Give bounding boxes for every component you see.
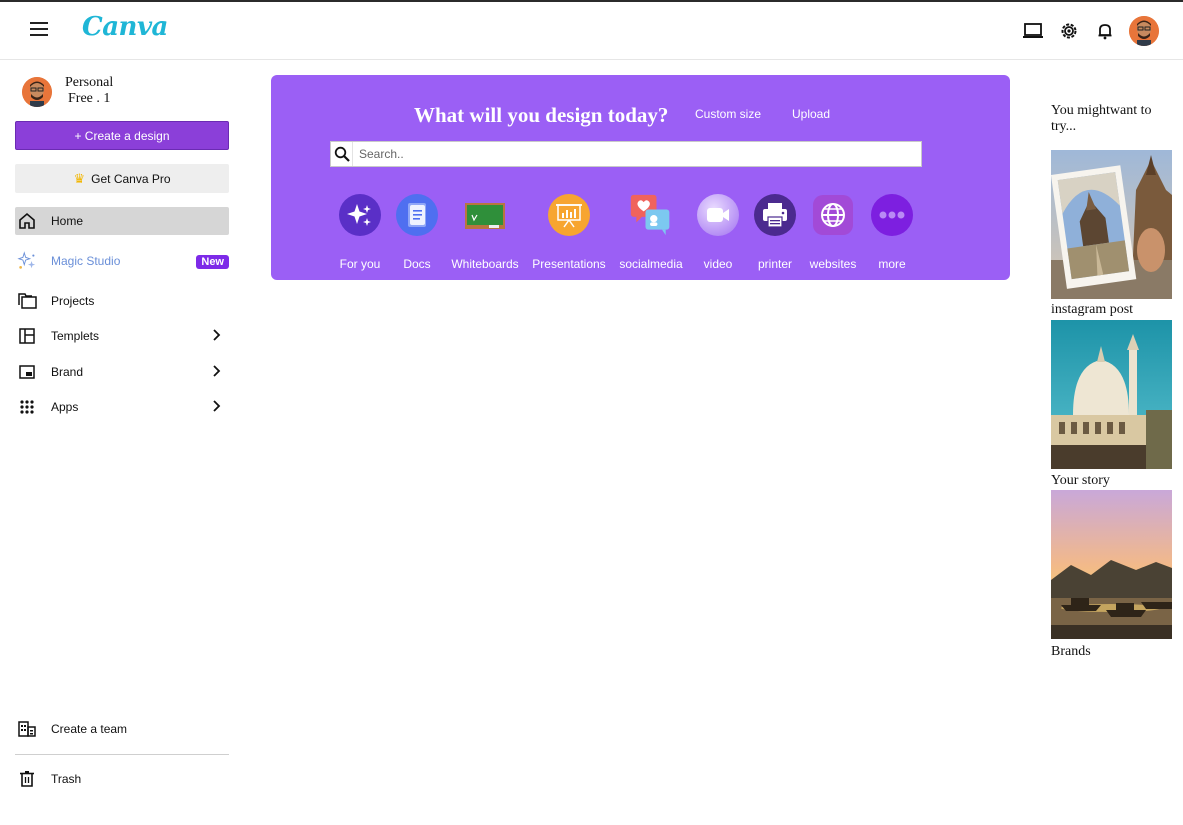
sidebar: Personal Free . 1 + Create a design ♛ Ge… [0,61,245,825]
chevron-right-icon[interactable] [209,364,223,378]
sidebar-item-brand[interactable]: Brand [15,358,229,386]
social-media-icon [629,193,673,237]
suggestions-title: You mightwant to try... [1051,103,1152,134]
profile-plan: Free . 1 [68,91,111,106]
sidebar-divider [15,754,229,755]
bell-icon[interactable] [1094,20,1116,42]
temple-photo-icon [1051,150,1172,299]
gear-icon[interactable] [1058,20,1080,42]
video-icon [696,193,740,237]
new-badge: New [196,255,229,269]
category-more[interactable]: more [852,193,932,271]
sidebar-item-trash[interactable]: Trash [15,765,229,793]
create-design-button[interactable]: + Create a design [15,121,229,150]
mosque-photo-icon [1051,320,1172,469]
canva-logo[interactable]: Canva [82,12,168,42]
sidebar-item-apps[interactable]: Apps [15,393,229,421]
sidebar-item-magic-studio[interactable]: Magic Studio New [15,247,229,275]
category-presentations[interactable]: Presentations [529,193,609,271]
more-icon [870,193,914,237]
folders-icon [17,291,37,311]
custom-size-link[interactable]: Custom size [695,107,761,121]
top-header: Canva [0,2,1183,60]
sidebar-item-label: Trash [51,772,82,786]
suggestion-brands[interactable] [1051,490,1172,639]
building-icon [17,719,37,739]
sidebar-item-label: Templets [51,329,100,343]
sidebar-item-label: Home [51,214,84,228]
suggestion-instagram-post[interactable] [1051,150,1172,299]
whiteboard-icon [463,193,507,237]
crown-icon: ♛ [73,170,86,186]
sidebar-item-label: Apps [51,400,79,414]
category-label: more [878,257,906,271]
category-whiteboards[interactable]: Whiteboards [445,193,525,271]
suggestion-your-story[interactable] [1051,320,1172,469]
document-icon [395,193,439,237]
sparkle-icon [338,193,382,237]
menu-icon[interactable] [30,22,48,36]
laptop-icon[interactable] [1022,20,1044,42]
user-avatar[interactable] [1129,16,1159,46]
profile-name: Personal [65,75,114,90]
sidebar-item-label: Magic Studio [51,254,121,268]
lake-sunset-photo-icon [1051,490,1172,639]
presentation-icon [547,193,591,237]
chevron-right-icon[interactable] [209,399,223,413]
layout-icon [17,326,37,346]
search-bar [330,141,922,167]
website-icon [811,193,855,237]
hero-title: What will you design today? [414,103,669,127]
suggestion-label: instagram post [1051,302,1134,317]
category-label: Presentations [532,257,606,271]
sidebar-item-home[interactable]: Home [15,207,229,235]
sidebar-item-label: Brand [51,365,84,379]
design-hero-banner: What will you design today? Custom size … [271,75,1010,280]
chevron-right-icon[interactable] [209,328,223,342]
sidebar-item-projects[interactable]: Projects [15,287,229,315]
sparkle-icon [17,251,37,271]
suggestion-label: Your story [1051,473,1110,488]
trash-icon [17,769,37,789]
sidebar-item-create-team[interactable]: Create a team [15,715,229,743]
get-canva-pro-button[interactable]: ♛ Get Canva Pro [15,164,229,193]
suggestion-label: Brands [1051,644,1091,659]
grid-icon [17,397,37,417]
search-input[interactable] [353,143,921,165]
printer-icon [753,193,797,237]
search-icon[interactable] [331,142,353,166]
profile-avatar[interactable] [22,77,52,107]
home-icon [17,211,37,231]
sidebar-item-templets[interactable]: Templets [15,322,229,350]
brand-icon [17,362,37,382]
category-label: Whiteboards [451,257,519,271]
get-canva-pro-label: Get Canva Pro [91,171,171,186]
sidebar-item-label: Create a team [51,722,128,736]
sidebar-item-label: Projects [51,294,95,308]
upload-link[interactable]: Upload [792,107,830,121]
